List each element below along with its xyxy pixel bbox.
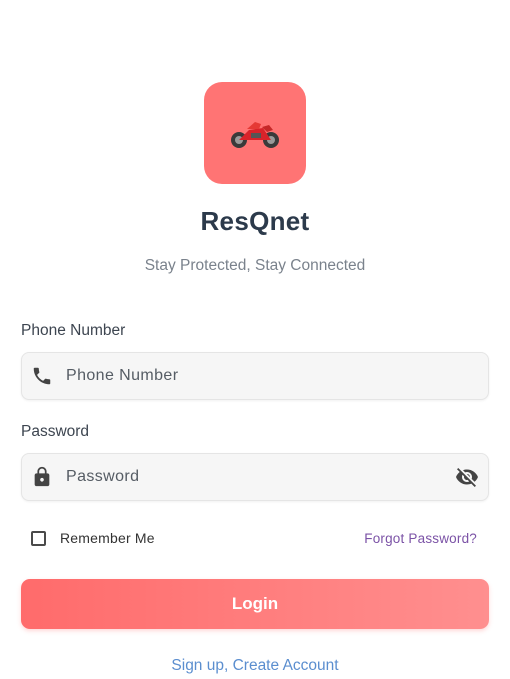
password-field[interactable] [21,453,489,501]
remember-me-checkbox[interactable] [31,530,46,546]
app-title: ResQnet [200,206,310,236]
password-label: Password [21,423,90,440]
remember-row: Remember Me Forgot Password? [31,528,477,548]
app-tagline: Stay Protected, Stay Connected [144,257,366,274]
login-button[interactable]: Login [21,579,489,629]
remember-me-label: Remember Me [60,530,155,546]
forgot-password-link[interactable]: Forgot Password? [364,531,477,546]
phone-field[interactable] [21,352,489,400]
visibility-off-icon[interactable] [455,465,479,489]
phone-label: Phone Number [21,322,126,339]
lock-icon [31,466,53,488]
signup-link[interactable]: Sign up, Create Account [0,657,510,675]
password-input[interactable] [66,468,455,486]
phone-icon [31,365,53,387]
motorcycle-icon [231,122,279,148]
app-logo [204,82,306,184]
phone-input[interactable] [66,367,488,385]
